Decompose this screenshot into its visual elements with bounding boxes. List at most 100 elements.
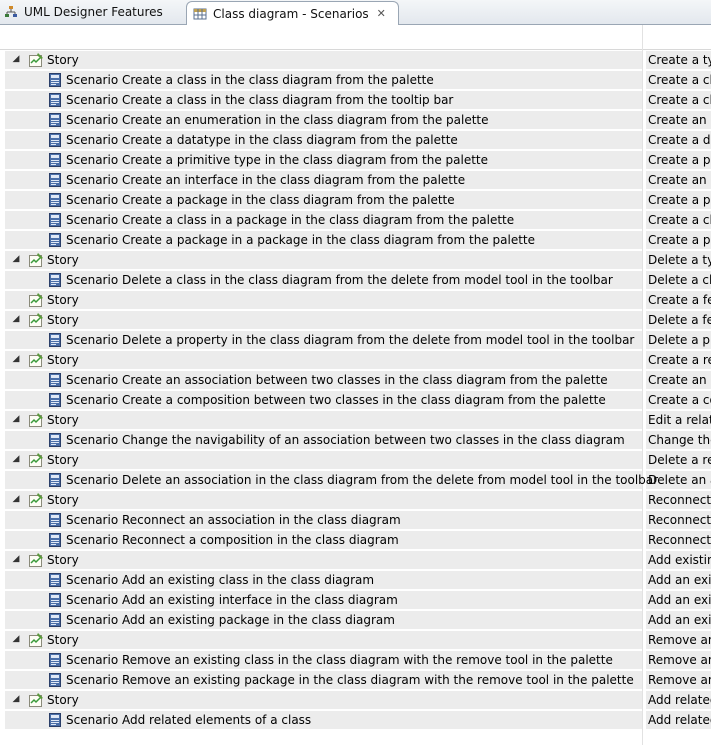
scenario-row[interactable]: Scenario Delete a property in the class … xyxy=(0,330,711,350)
scenario-row[interactable]: Scenario Create a primitive type in the … xyxy=(0,150,711,170)
scenario-icon xyxy=(47,572,63,588)
expand-toggle-icon[interactable]: ◢ xyxy=(10,693,22,705)
scenario-row[interactable]: Scenario Add related elements of a class… xyxy=(0,710,711,730)
story-row[interactable]: ◢ Story Delete a ty xyxy=(0,250,711,270)
description-cell[interactable]: Create an a xyxy=(648,372,711,388)
story-row[interactable]: Story Create a fe xyxy=(0,290,711,310)
description-cell[interactable]: Change the xyxy=(648,432,711,448)
description-cell[interactable]: Delete a fe xyxy=(648,312,711,328)
description-cell[interactable]: Add related xyxy=(648,692,711,708)
description-cell[interactable]: Create a cl xyxy=(648,72,711,88)
description-cell[interactable]: Create a ty xyxy=(648,52,711,68)
scenario-row[interactable]: Scenario Create a composition between tw… xyxy=(0,390,711,410)
scenario-icon xyxy=(47,272,63,288)
tab-class-diagram-scenarios[interactable]: Class diagram - Scenarios ✕ xyxy=(186,1,399,25)
description-cell[interactable]: Create a cl xyxy=(648,212,711,228)
description-cell[interactable]: Add existin xyxy=(648,552,711,568)
expand-toggle-icon[interactable]: ◢ xyxy=(10,453,22,465)
story-row[interactable]: ◢ Story Reconnect xyxy=(0,490,711,510)
description-cell[interactable]: Remove an xyxy=(648,672,711,688)
description-cell[interactable]: Create a re xyxy=(648,352,711,368)
description-cell[interactable]: Create a pr xyxy=(648,152,711,168)
expand-toggle-icon[interactable]: ◢ xyxy=(10,353,22,365)
story-row[interactable]: ◢ Story Delete a fe xyxy=(0,310,711,330)
scenario-row[interactable]: Scenario Delete a class in the class dia… xyxy=(0,270,711,290)
description-cell[interactable]: Add an exi xyxy=(648,572,711,588)
description-cell[interactable]: Delete a ty xyxy=(648,252,711,268)
description-cell[interactable]: Delete a pr xyxy=(648,332,711,348)
story-row[interactable]: ◢ Story Edit a relat xyxy=(0,410,711,430)
story-row[interactable]: ◢ Story Add existin xyxy=(0,550,711,570)
scenario-row[interactable]: Scenario Delete an association in the cl… xyxy=(0,470,711,490)
story-row[interactable]: ◢ Story Add related xyxy=(0,690,711,710)
scenario-row[interactable]: Scenario Create an interface in the clas… xyxy=(0,170,711,190)
description-cell[interactable]: Create a fe xyxy=(648,292,711,308)
scenario-row[interactable]: Scenario Create a class in a package in … xyxy=(0,210,711,230)
description-cell[interactable]: Reconnect xyxy=(648,532,711,548)
scenario-row[interactable]: Scenario Reconnect a composition in the … xyxy=(0,530,711,550)
scenario-row[interactable]: Scenario Create a package in a package i… xyxy=(0,230,711,250)
description-cell[interactable]: Delete a re xyxy=(648,452,711,468)
scenario-row[interactable]: Scenario Change the navigability of an a… xyxy=(0,430,711,450)
description-cell[interactable]: Create an e xyxy=(648,112,711,128)
description-cell[interactable]: Add related xyxy=(648,712,711,728)
story-row[interactable]: ◢ Story Delete a re xyxy=(0,450,711,470)
expand-toggle-icon[interactable]: ◢ xyxy=(10,553,22,565)
story-icon xyxy=(28,632,44,648)
description-cell[interactable]: Create a cl xyxy=(648,92,711,108)
table-icon xyxy=(193,7,207,21)
description-cell[interactable]: Delete an a xyxy=(648,472,711,488)
scenario-icon xyxy=(47,392,63,408)
scenario-row[interactable]: Scenario Add an existing interface in th… xyxy=(0,590,711,610)
description-cell[interactable]: Reconnect xyxy=(648,492,711,508)
scenario-row[interactable]: Scenario Create a class in the class dia… xyxy=(0,90,711,110)
tab-uml-designer-features[interactable]: UML Designer Features xyxy=(0,1,188,23)
row-label: Story xyxy=(47,53,79,67)
scenario-row[interactable]: Scenario Reconnect an association in the… xyxy=(0,510,711,530)
description-cell[interactable]: Create a pa xyxy=(648,192,711,208)
expand-toggle-icon[interactable]: ◢ xyxy=(10,493,22,505)
scenario-icon xyxy=(47,152,63,168)
row-label: Scenario Add an existing package in the … xyxy=(66,613,395,627)
description-cell[interactable]: Remove an xyxy=(648,652,711,668)
scenario-icon xyxy=(47,372,63,388)
description-cell[interactable]: Remove an xyxy=(648,632,711,648)
row-background xyxy=(5,451,642,469)
description-cell[interactable]: Create a pa xyxy=(648,232,711,248)
description-cell[interactable]: Create an i xyxy=(648,172,711,188)
description-cell[interactable]: Create a da xyxy=(648,132,711,148)
scenario-row[interactable]: Scenario Remove an existing package in t… xyxy=(0,670,711,690)
scenario-row[interactable]: Scenario Add an existing class in the cl… xyxy=(0,570,711,590)
row-label: Scenario Remove an existing class in the… xyxy=(66,653,613,667)
description-cell[interactable]: Add an exi xyxy=(648,592,711,608)
description-cell[interactable]: Delete a cl xyxy=(648,272,711,288)
story-icon xyxy=(28,312,44,328)
description-cell[interactable]: Reconnect xyxy=(648,512,711,528)
scenario-row[interactable]: Scenario Create an association between t… xyxy=(0,370,711,390)
story-row[interactable]: ◢ Story Create a re xyxy=(0,350,711,370)
description-cell[interactable]: Edit a relat xyxy=(648,412,711,428)
row-label: Scenario Create an enumeration in the cl… xyxy=(66,113,489,127)
scenario-row[interactable]: Scenario Create a class in the class dia… xyxy=(0,70,711,90)
close-icon[interactable]: ✕ xyxy=(377,7,386,20)
row-background xyxy=(5,491,642,509)
story-row[interactable]: ◢ Story Remove an xyxy=(0,630,711,650)
description-cell[interactable]: Add an exi xyxy=(648,612,711,628)
expand-toggle-icon[interactable]: ◢ xyxy=(10,633,22,645)
scenario-row[interactable]: Scenario Create a package in the class d… xyxy=(0,190,711,210)
expand-toggle-icon[interactable]: ◢ xyxy=(10,413,22,425)
scenario-icon xyxy=(47,92,63,108)
story-icon xyxy=(28,52,44,68)
description-cell[interactable]: Create a co xyxy=(648,392,711,408)
scenario-row[interactable]: Scenario Add an existing package in the … xyxy=(0,610,711,630)
story-icon xyxy=(28,352,44,368)
row-label: Scenario Delete a property in the class … xyxy=(66,333,635,347)
scenario-row[interactable]: Scenario Remove an existing class in the… xyxy=(0,650,711,670)
scenario-row[interactable]: Scenario Create a datatype in the class … xyxy=(0,130,711,150)
scenario-row[interactable]: Scenario Create an enumeration in the cl… xyxy=(0,110,711,130)
expand-toggle-icon[interactable]: ◢ xyxy=(10,53,22,65)
expand-toggle-icon[interactable]: ◢ xyxy=(10,313,22,325)
expand-toggle-icon[interactable]: ◢ xyxy=(10,253,22,265)
story-row[interactable]: ◢ Story Create a ty xyxy=(0,50,711,70)
scenario-icon xyxy=(47,332,63,348)
